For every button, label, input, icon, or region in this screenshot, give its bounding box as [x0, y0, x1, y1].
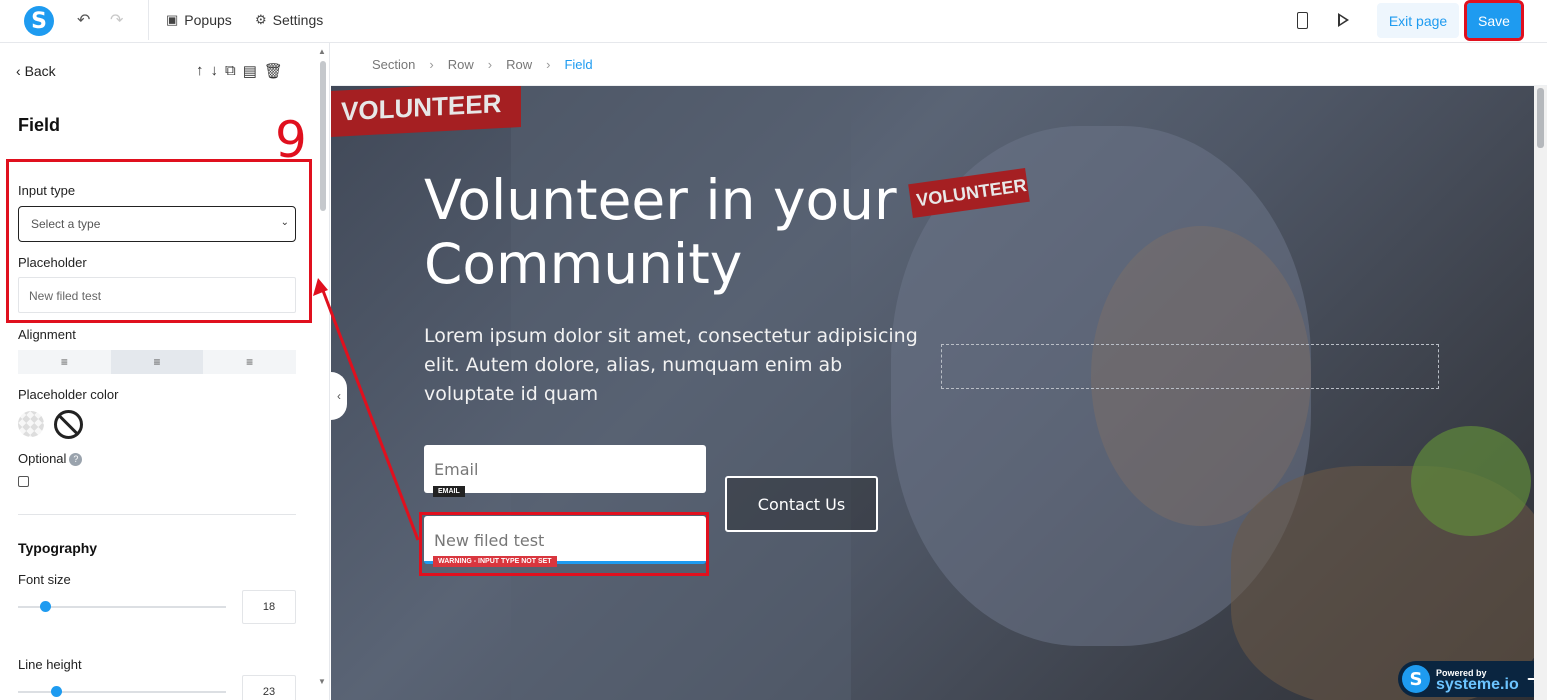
breadcrumb-field[interactable]: Field	[564, 57, 592, 72]
breadcrumb-row-inner[interactable]: Row	[506, 57, 532, 72]
chevron-right-icon: ›	[487, 56, 493, 72]
no-color-icon[interactable]	[54, 410, 83, 439]
sidebar-scrollbar[interactable]: ▲ ▼	[318, 43, 329, 700]
trash-icon[interactable]: 🗑	[264, 62, 283, 80]
input-type-select[interactable]: Select a type ⌄	[18, 206, 296, 242]
systeme-logo[interactable]: S	[24, 6, 54, 36]
popups-label: Popups	[184, 12, 232, 28]
collapse-sidebar-tab[interactable]: ‹	[331, 372, 347, 420]
placeholder-label: Placeholder	[18, 255, 87, 270]
volunteer-badge-top: VOLUNTEER	[331, 86, 521, 137]
move-down-icon[interactable]: ↓	[211, 62, 219, 80]
typography-heading: Typography	[18, 540, 98, 556]
powered-by-badge[interactable]: S Powered by systeme.io ➜	[1398, 661, 1534, 697]
scroll-down-icon[interactable]: ▼	[318, 677, 326, 686]
alignment-label: Alignment	[18, 327, 76, 342]
placeholder-input[interactable]: New filed test	[18, 277, 296, 313]
optional-checkbox[interactable]	[18, 476, 29, 487]
scroll-up-icon[interactable]: ▲	[318, 47, 326, 56]
chevron-down-icon: ⌄	[280, 217, 289, 228]
toolbar-divider	[148, 0, 149, 40]
line-height-slider-knob[interactable]	[51, 686, 62, 697]
align-right-icon[interactable]: ≡	[203, 350, 296, 374]
annotation-field-highlight	[419, 512, 709, 576]
editor-canvas: Section › Row › Row › Field VOLUNTEER VO…	[331, 43, 1547, 700]
canvas-scrollbar[interactable]	[1534, 86, 1547, 700]
systeme-brand-text: systeme.io	[1436, 676, 1519, 693]
top-toolbar: S ↶ ↷ ▣ Popups ⚙ Settings Exit page Save	[0, 0, 1547, 43]
contact-us-button[interactable]: Contact Us	[725, 476, 878, 532]
placeholder-color-label: Placeholder color	[18, 387, 119, 402]
breadcrumb-section[interactable]: Section	[372, 57, 415, 72]
empty-drop-zone[interactable]	[941, 344, 1439, 389]
popups-button[interactable]: ▣ Popups	[166, 12, 232, 28]
color-swatch-transparent[interactable]	[18, 411, 44, 437]
breadcrumb: Section › Row › Row › Field	[331, 43, 1547, 86]
hero-text[interactable]: Lorem ipsum dolor sit amet, consectetur …	[424, 322, 924, 409]
settings-button[interactable]: ⚙ Settings	[255, 12, 323, 28]
save-block-icon[interactable]: ▤	[243, 62, 257, 80]
mobile-preview-icon[interactable]	[1297, 12, 1308, 29]
chevron-right-icon: ›	[546, 56, 551, 72]
chevron-left-icon: ‹	[16, 63, 25, 79]
optional-text: Optional	[18, 451, 67, 466]
settings-label: Settings	[272, 12, 324, 28]
sidebar-scroll-thumb[interactable]	[320, 61, 326, 211]
optional-label: Optional?	[18, 451, 83, 467]
popup-icon: ▣	[166, 12, 179, 27]
canvas-scroll-thumb[interactable]	[1537, 88, 1544, 148]
hero-section[interactable]: VOLUNTEER VOLUNTEER Volunteer in your Co…	[331, 86, 1534, 700]
arrow-right-icon: ➜	[1526, 671, 1534, 688]
line-height-label: Line height	[18, 657, 82, 672]
line-height-slider[interactable]	[18, 691, 226, 693]
back-label: Back	[24, 63, 56, 79]
font-size-slider-knob[interactable]	[40, 601, 51, 612]
alignment-toggle-group: ≡ ≡ ≡	[18, 350, 296, 374]
help-icon[interactable]: ?	[69, 453, 83, 467]
background-photo-area	[1411, 426, 1531, 536]
move-up-icon[interactable]: ↑	[196, 62, 204, 80]
section-divider	[18, 514, 296, 515]
hero-title[interactable]: Volunteer in your Community	[424, 168, 944, 296]
duplicate-icon[interactable]: ⧉	[225, 62, 236, 80]
email-field-tag: EMAIL	[433, 486, 465, 497]
systeme-logo-small: S	[1402, 665, 1430, 693]
back-button[interactable]: ‹ Back	[16, 63, 56, 79]
gear-icon: ⚙	[255, 12, 267, 27]
save-button[interactable]: Save	[1464, 0, 1524, 41]
line-height-input[interactable]: 23	[242, 675, 296, 700]
exit-page-button[interactable]: Exit page	[1377, 3, 1459, 38]
font-size-label: Font size	[18, 572, 71, 587]
breadcrumb-row[interactable]: Row	[448, 57, 474, 72]
font-size-input[interactable]: 18	[242, 590, 296, 624]
undo-icon[interactable]: ↶	[77, 10, 90, 30]
panel-title: Field	[18, 115, 61, 135]
preview-play-icon[interactable]	[1338, 13, 1349, 27]
input-type-value: Select a type	[31, 217, 101, 231]
email-input[interactable]: Email	[424, 445, 706, 493]
chevron-right-icon: ›	[429, 56, 434, 72]
element-tools: ↑ ↓ ⧉ ▤ 🗑	[196, 62, 283, 80]
input-type-label: Input type	[18, 183, 76, 198]
align-center-icon[interactable]: ≡	[110, 350, 204, 374]
settings-sidebar: ‹ Back ↑ ↓ ⧉ ▤ 🗑 Field 9 Input type Sele…	[0, 43, 330, 700]
redo-icon[interactable]: ↷	[110, 10, 123, 30]
align-left-icon[interactable]: ≡	[18, 350, 111, 374]
